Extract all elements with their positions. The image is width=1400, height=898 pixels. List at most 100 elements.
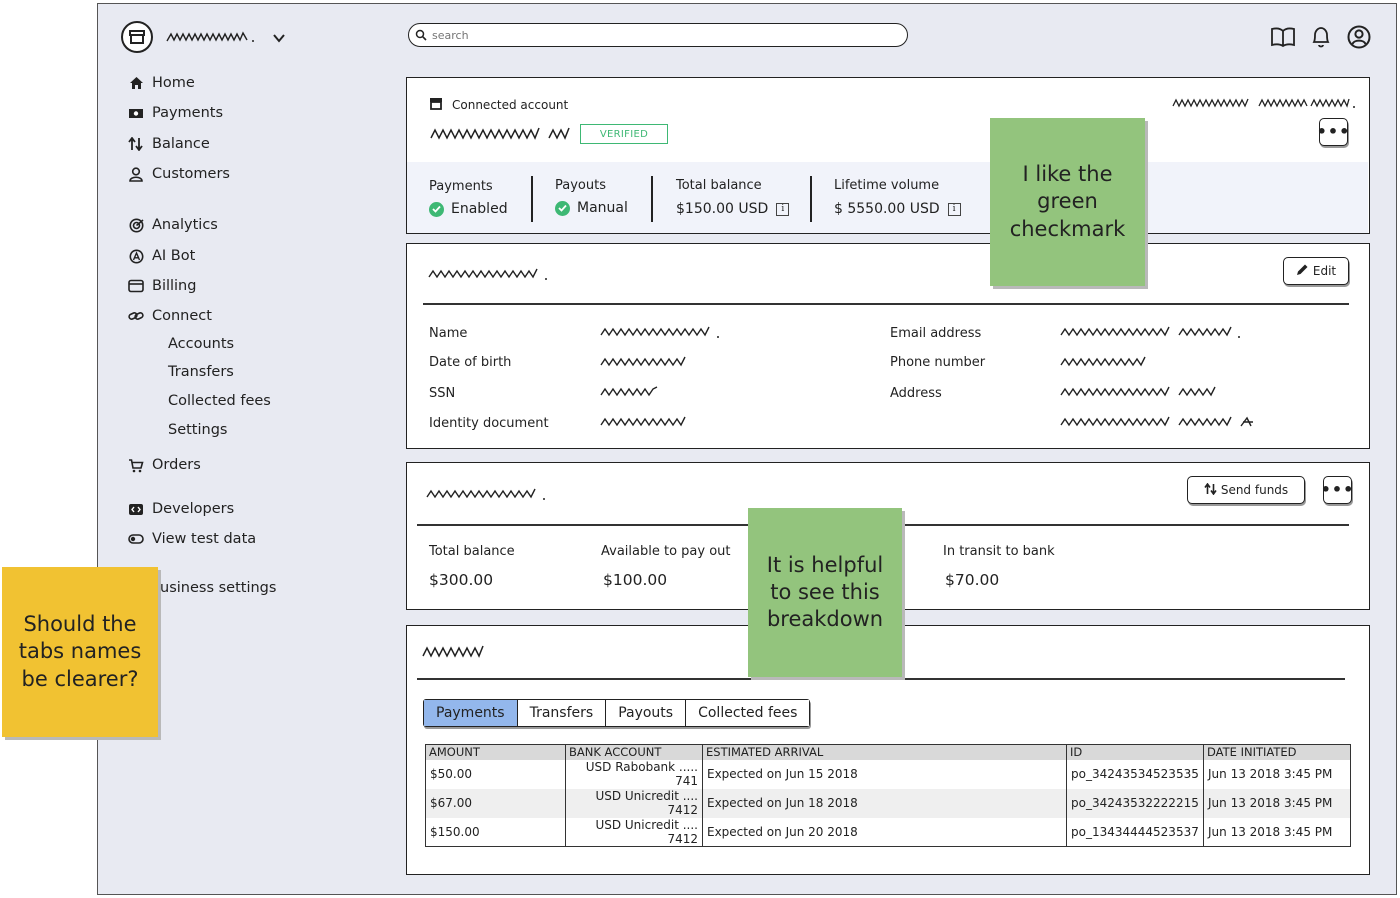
table-row[interactable]: $67.00 USD Unicredit .... 7412 Expected … [425, 788, 1351, 818]
sidebar-item-settings[interactable]: Settings [168, 422, 227, 438]
stat-divider [810, 176, 812, 222]
more-dots-icon: ••• [1316, 122, 1351, 141]
total-balance-value: $300.00 [429, 571, 494, 589]
sidebar-item-label: Balance [152, 136, 210, 152]
code-icon [128, 501, 144, 517]
cell-estimated-arrival: Expected on Jun 20 2018 [702, 817, 1067, 847]
field-label-date-of-birth: Date of birth [429, 355, 512, 370]
bell-icon[interactable] [1308, 24, 1334, 50]
account-more-button[interactable]: ••• [1316, 118, 1351, 146]
sidebar-item-label: Home [152, 75, 195, 91]
search-bar[interactable] [408, 23, 908, 47]
sidebar-item-label: Collected fees [168, 393, 271, 409]
lifetime-volume-stat: $ 5550.00 USD i [834, 201, 961, 217]
search-input[interactable] [432, 28, 872, 42]
column-header-date-initiated[interactable]: DATE INITIATED [1203, 744, 1351, 760]
sidebar-item-transfers[interactable]: Transfers [168, 364, 234, 380]
sidebar-item-view-test-data[interactable]: View test data [128, 531, 256, 547]
link-icon [128, 308, 144, 324]
sidebar-item-label: Connect [152, 308, 212, 324]
cart-icon [128, 457, 144, 473]
table-row[interactable]: $150.00 USD Unicredit .... 7412 Expected… [425, 817, 1351, 847]
cell-id: po_34243532222215 [1066, 788, 1204, 818]
connected-account-label: Connected account [452, 97, 569, 112]
tab-payments[interactable]: Payments [424, 700, 518, 726]
account-name-scribble [430, 127, 570, 140]
connected-account-header: Connected account [429, 95, 568, 114]
sidebar-item-payments[interactable]: Payments [128, 105, 223, 121]
account-switcher[interactable] [121, 21, 286, 53]
dob-value-scribble [600, 356, 686, 367]
chevron-down-icon[interactable] [272, 28, 286, 47]
sidebar-item-label: Customers [152, 166, 230, 182]
payments-status: Enabled [429, 201, 508, 217]
user-circle-icon[interactable] [1346, 24, 1372, 50]
address-line1-scribble [1060, 386, 1216, 397]
sidebar-item-developers[interactable]: Developers [128, 501, 234, 517]
cell-estimated-arrival: Expected on Jun 18 2018 [702, 788, 1067, 818]
send-funds-button[interactable]: Send funds [1187, 476, 1305, 504]
balances-title-scribble [426, 488, 545, 500]
column-header-bank-account[interactable]: BANK ACCOUNT [565, 744, 703, 760]
send-funds-label: Send funds [1220, 483, 1289, 497]
field-label-name: Name [429, 326, 468, 341]
sidebar-item-label: Billing [152, 278, 197, 294]
sidebar-item-business-settings[interactable]: usiness settings [160, 580, 276, 596]
balances-more-button[interactable]: ••• [1321, 476, 1353, 504]
ssn-value-scribble [600, 386, 658, 397]
field-label-address: Address [890, 386, 942, 401]
sidebar-item-customers[interactable]: Customers [128, 166, 230, 182]
identity-value-scribble [600, 416, 686, 427]
cell-bank-account: USD Unicredit .... 7412 [565, 817, 703, 847]
pencil-icon [1296, 263, 1309, 279]
book-icon[interactable] [1270, 24, 1296, 50]
tab-transfers[interactable]: Transfers [517, 700, 607, 726]
sidebar-item-label: AI Bot [152, 248, 196, 264]
sidebar-item-ai-bot[interactable]: AI Bot [128, 248, 195, 264]
column-header-estimated-arrival[interactable]: ESTIMATED ARRIVAL [702, 744, 1067, 760]
edit-button[interactable]: Edit [1283, 257, 1349, 285]
table-row[interactable]: $50.00 USD Rabobank ..... 741 Expected o… [425, 759, 1351, 789]
sidebar-item-orders[interactable]: Orders [128, 457, 201, 473]
field-label-ssn: SSN [429, 386, 456, 401]
details-title-scribble [428, 268, 547, 280]
home-icon [128, 75, 144, 91]
sidebar-item-analytics[interactable]: Analytics [128, 217, 218, 233]
account-details-panel: Edit Name Date of birth SSN Identity doc… [406, 243, 1370, 449]
column-header-id[interactable]: ID [1066, 744, 1204, 760]
sidebar-item-home[interactable]: Home [128, 75, 195, 91]
email-value-scribble [1060, 326, 1240, 338]
sidebar-item-accounts[interactable]: Accounts [168, 336, 234, 352]
account-name-scribble [166, 31, 254, 42]
arrows-updown-icon [128, 136, 144, 152]
activity-tabs: Payments Transfers Payouts Collected fee… [423, 699, 811, 727]
payouts-status: Manual [555, 200, 628, 216]
column-header-amount[interactable]: AMOUNT [425, 744, 566, 760]
account-stats-strip [407, 162, 1368, 233]
sticky-note-text: It is helpful to see this breakdown [766, 552, 884, 632]
sidebar-item-connect[interactable]: Connect [128, 308, 212, 324]
cell-id: po_34243534523535 [1066, 759, 1204, 789]
info-icon[interactable]: i [947, 202, 961, 216]
in-transit-label: In transit to bank [943, 544, 1055, 559]
sidebar-item-label: Orders [152, 457, 201, 473]
cell-date-initiated: Jun 13 2018 3:45 PM [1203, 817, 1351, 847]
sticky-note-checkmark: I like the green checkmark [990, 118, 1145, 286]
money-icon [128, 105, 144, 121]
sidebar-item-collected-fees[interactable]: Collected fees [168, 393, 271, 409]
available-payout-value: $100.00 [603, 571, 668, 589]
sidebar-item-billing[interactable]: Billing [128, 278, 196, 294]
tab-collected-fees[interactable]: Collected fees [686, 700, 810, 726]
in-transit-value: $70.00 [945, 571, 1000, 589]
total-balance-label: Total balance [676, 178, 762, 193]
connected-account-panel: Connected account VERIFIED ••• Payments … [406, 77, 1370, 234]
search-icon [415, 26, 427, 45]
sidebar-item-label: Payments [152, 105, 224, 121]
green-checkmark-icon [555, 200, 570, 216]
sidebar-item-balance[interactable]: Balance [128, 136, 210, 152]
address-line2-scribble [1060, 416, 1253, 427]
payments-table: AMOUNT BANK ACCOUNT ESTIMATED ARRIVAL ID… [425, 744, 1351, 847]
tab-payouts[interactable]: Payouts [606, 700, 687, 726]
info-icon[interactable]: i [776, 202, 790, 216]
cell-date-initiated: Jun 13 2018 3:45 PM [1203, 759, 1351, 789]
